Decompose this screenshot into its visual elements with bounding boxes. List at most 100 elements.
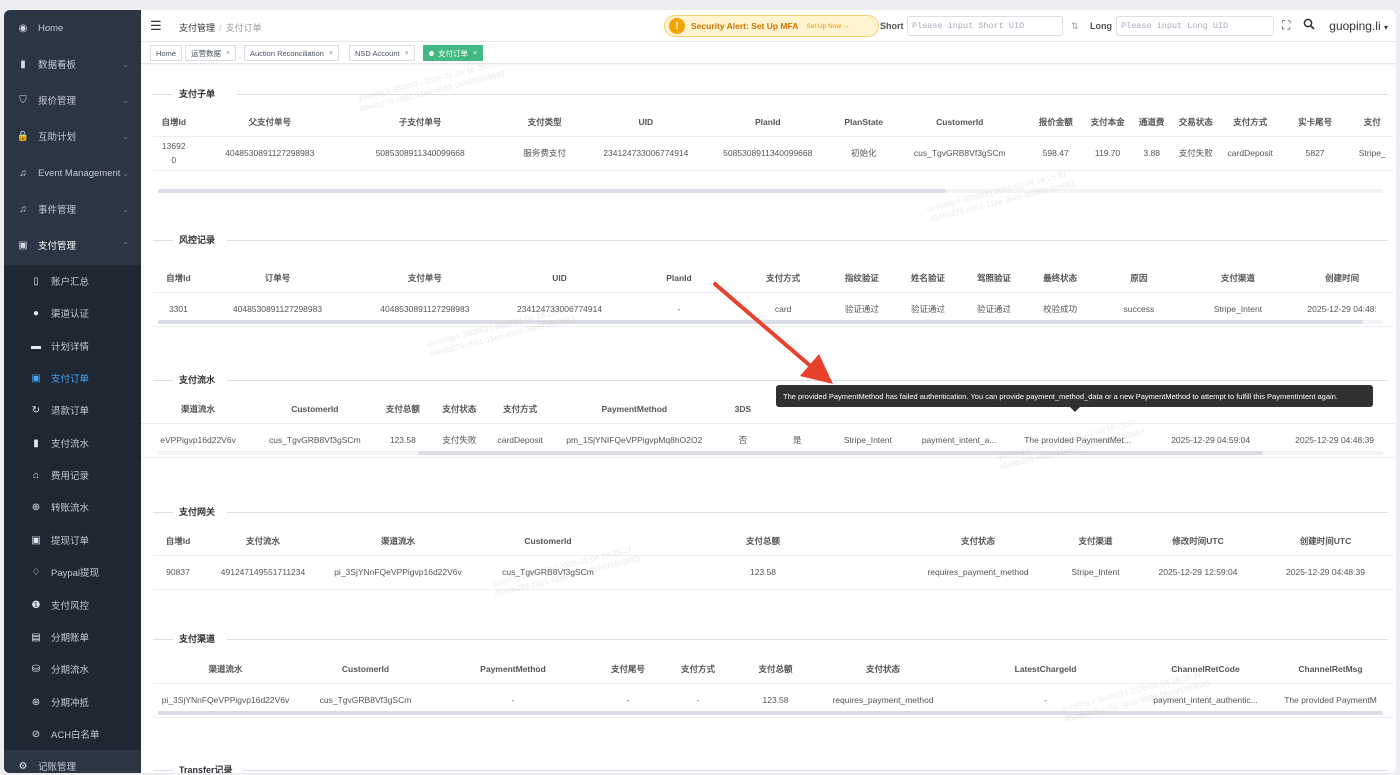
table-cell: 491247149551711234 bbox=[203, 555, 323, 590]
sidebar-item[interactable]: ▮ 数据看板 ⌄ bbox=[4, 46, 141, 82]
column-header: 渠道流水 bbox=[141, 395, 256, 424]
watermark: guoping.li 380883 | 2026-01-04 18:25:37 4… bbox=[925, 169, 1076, 224]
column-header: 支付总额 bbox=[733, 655, 818, 684]
horizontal-scrollbar[interactable] bbox=[158, 711, 1383, 715]
sidebar-item[interactable]: 🔒 互助计划 ⌄ bbox=[4, 118, 141, 154]
refresh-icon: ↻ bbox=[31, 404, 41, 416]
table-cell: 2025-12-29 04:48:39 bbox=[1258, 555, 1393, 590]
column-header: 支付渠道 bbox=[1184, 264, 1292, 293]
globe-icon: ⊛ bbox=[31, 696, 41, 708]
long-uid-input[interactable]: Please input Long UID bbox=[1116, 16, 1274, 36]
tooltip: The provided PaymentMethod has failed au… bbox=[776, 385, 1373, 412]
sidebar-subitem[interactable]: ▯ 账户汇总 bbox=[4, 265, 141, 297]
sidebar-subitem[interactable]: ↻ 退款订单 bbox=[4, 394, 141, 426]
sidebar-subitem[interactable]: ⌂ 费用记录 bbox=[4, 459, 141, 491]
payment-icon: ▣ bbox=[31, 372, 41, 384]
table-cell: cus_TgvGRB8Vf3gSCm bbox=[473, 555, 623, 590]
column-header: 支付总额 bbox=[374, 395, 432, 424]
column-header: 通道费 bbox=[1133, 108, 1170, 137]
sidebar-subitem-label: 计划详情 bbox=[51, 342, 90, 353]
sidebar-item[interactable]: ◉ Home bbox=[4, 10, 141, 46]
sidebar-subitem[interactable]: ⊘ ACH白名单 bbox=[4, 718, 141, 750]
sidebar-subitem[interactable]: ⛁ 分期流水 bbox=[4, 653, 141, 685]
sidebar-item[interactable]: ♫ Event Management ⌄ bbox=[4, 155, 141, 191]
table-cell: pi_3SjYNnFQeVPPigvp16d22V6v bbox=[323, 555, 473, 590]
column-header: CustomerId bbox=[473, 527, 623, 556]
column-header: 父支付单号 bbox=[194, 108, 345, 137]
section-title-transfer: Transfer记录 bbox=[153, 763, 1388, 773]
column-header: 创建时间UTC bbox=[1258, 527, 1393, 556]
sidebar-item[interactable]: ♫ 事件管理 ⌄ bbox=[4, 191, 141, 227]
column-header: 支付总额 bbox=[623, 527, 903, 556]
column-header: 渠道流水 bbox=[323, 527, 473, 556]
column-header: UID bbox=[498, 264, 621, 293]
close-icon[interactable]: × bbox=[329, 50, 333, 57]
sidebar-subitem-label: Paypal提现 bbox=[51, 568, 100, 579]
breadcrumb-item[interactable]: 支付管理 bbox=[179, 23, 215, 33]
table-cell: 5085308911340099668 bbox=[697, 136, 838, 171]
column-header: 支付状态 bbox=[431, 395, 488, 424]
sidebar-item[interactable]: ▣ 支付管理 ⌃ bbox=[4, 227, 141, 263]
sidebar-subitem[interactable]: ♢ Paypal提现 bbox=[4, 556, 141, 588]
sidebar-subitem-label: 转账流水 bbox=[51, 503, 90, 514]
column-header: CustomerId bbox=[298, 655, 433, 684]
security-alert-banner[interactable]: ! Security Alert: Set Up MFA Set Up Now … bbox=[664, 15, 879, 37]
search-icon[interactable] bbox=[1303, 18, 1315, 33]
sidebar-subitem[interactable]: ⊛ 分期冲抵 bbox=[4, 686, 141, 718]
table-cell: Stripe_Intent bbox=[1053, 555, 1138, 590]
column-header: 支付方式 bbox=[487, 395, 553, 424]
table-cell: requires_payment_method bbox=[903, 555, 1053, 590]
sidebar: ◉ Home ▮ 数据看板 ⌄ ⛉ 报价管理 ⌄ 🔒 互助计划 ⌄ ♫ Event Management… bbox=[4, 10, 141, 773]
tag-payment-order[interactable]: 支付订单 × bbox=[423, 45, 484, 61]
tag-home[interactable]: Home bbox=[150, 45, 183, 61]
fullscreen-icon[interactable]: ⛶ bbox=[1282, 18, 1290, 33]
short-uid-input[interactable]: Please input Short UID bbox=[907, 16, 1063, 36]
bell-icon: ♢ bbox=[31, 566, 41, 578]
sidebar-subitem[interactable]: ▮ 支付流水 bbox=[4, 427, 141, 459]
sidebar-subitem[interactable]: ▣ 支付订单 bbox=[4, 362, 141, 394]
short-uid-label: Short bbox=[880, 21, 904, 31]
horizontal-scrollbar[interactable] bbox=[158, 189, 946, 193]
close-icon[interactable]: × bbox=[405, 50, 409, 57]
tags-view: Home 运营数据 × Auction Reconciliation × NSD A… bbox=[141, 42, 1396, 64]
table-cell: 5827 bbox=[1278, 136, 1352, 171]
sidebar-item[interactable]: ⛉ 报价管理 ⌄ bbox=[4, 82, 141, 118]
sidebar-item-bookkeeping[interactable]: ⚙ 记账管理 bbox=[4, 750, 141, 773]
close-icon[interactable]: × bbox=[473, 50, 477, 57]
chevron-down-icon: ⌄ bbox=[122, 168, 129, 178]
bar-chart-icon: ▮ bbox=[33, 437, 39, 449]
table-cell: 234124733006774914 bbox=[593, 136, 698, 171]
column-header: 交易状态 bbox=[1169, 108, 1222, 137]
close-icon[interactable]: × bbox=[226, 50, 230, 57]
swap-icon[interactable]: ⇅ bbox=[1071, 21, 1079, 32]
sidebar-item-label: 记账管理 bbox=[38, 762, 77, 773]
sidebar-subitem[interactable]: ▤ 分期账单 bbox=[4, 621, 141, 653]
user-menu[interactable]: guoping.li ▾ bbox=[1329, 19, 1388, 33]
table-cell: 119.70 bbox=[1081, 136, 1134, 171]
tag-nsd-account[interactable]: NSD Account × bbox=[349, 45, 415, 61]
column-header: 姓名验证 bbox=[894, 264, 961, 293]
sidebar-subitem[interactable]: ● 渠道认证 bbox=[4, 297, 141, 329]
main-content: 支付子单 自增Id 父支付单号 子支付单号 支付类型 UID PlanId PlanStat… bbox=[141, 65, 1396, 773]
horizontal-scrollbar[interactable] bbox=[418, 451, 1263, 455]
column-header: 支付 bbox=[1351, 108, 1393, 137]
sidebar-subitem-label: 账户汇总 bbox=[51, 277, 90, 288]
setup-now-link[interactable]: Set Up Now → bbox=[806, 23, 849, 30]
sidebar-subitem[interactable]: ▬ 计划详情 bbox=[4, 330, 141, 362]
hamburger-icon[interactable]: ☰ bbox=[150, 18, 162, 34]
gear-icon: ⚙ bbox=[18, 760, 28, 772]
sidebar-subitem-label: 支付风控 bbox=[51, 601, 90, 612]
tag-ops-data[interactable]: 运营数据 × bbox=[185, 45, 237, 61]
column-header: 支付方式 bbox=[1221, 108, 1279, 137]
monitor-icon: ▬ bbox=[31, 340, 41, 352]
payment-icon: ▣ bbox=[31, 534, 41, 546]
sidebar-subitem[interactable]: ⊕ 转账流水 bbox=[4, 491, 141, 523]
channel-table: 渠道流水 CustomerId PaymentMethod 支付尾号 支付方式 支付总额支… bbox=[153, 655, 1393, 718]
section-title-risk: 风控记录 bbox=[153, 233, 1388, 247]
tag-auction-reconciliation[interactable]: Auction Reconciliation × bbox=[244, 45, 339, 61]
sidebar-subitem[interactable]: ▣ 提现订单 bbox=[4, 524, 141, 556]
lock-icon: 🔒 bbox=[16, 130, 30, 142]
sidebar-subitem[interactable]: ❶ 支付风控 bbox=[4, 589, 141, 621]
column-header: PlanState bbox=[837, 108, 890, 137]
table-cell: 90837 bbox=[153, 555, 203, 590]
